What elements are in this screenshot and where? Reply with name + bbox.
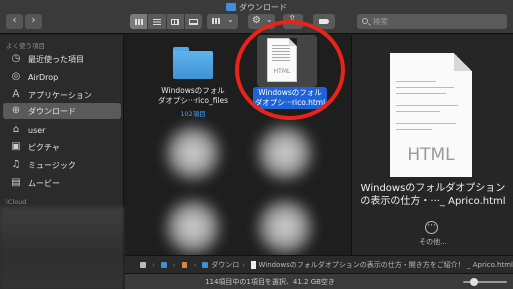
sidebar-item-label: 最近使った項目 — [28, 54, 84, 64]
preview-file-title: Windowsのフォルダオプション の表示の仕方・···_ Aprico.htm… — [360, 183, 506, 207]
sidebar-item-home[interactable]: ⌂ user — [10, 122, 46, 138]
camera-icon: ▣ — [11, 141, 21, 152]
file-area: Windowsのフォル ダオプシ···rico_files 102項目 HTML… — [125, 20, 351, 257]
window-title: ダウンロード — [0, 2, 513, 13]
blurred-file-item[interactable] — [255, 123, 315, 183]
status-text: 114項目中の1項目を選択、41.2 GB空き — [205, 278, 335, 286]
favorites-header: よく使う項目 — [6, 42, 45, 50]
chevron-down-icon: ⌄ — [227, 15, 234, 24]
more-label[interactable]: その他... — [352, 237, 513, 247]
view-mode-control — [130, 14, 202, 29]
list-icon — [152, 18, 161, 25]
columns-icon — [171, 18, 180, 25]
blurred-file-item[interactable] — [255, 197, 315, 257]
clock-icon: ◷ — [11, 53, 21, 64]
path-bar: › › › ダウンロ › Windowsのフォルダオプションの表示の仕方・開き方… — [125, 255, 513, 273]
home-icon[interactable] — [181, 261, 188, 268]
sidebar-item-label: ピクチャ — [28, 142, 60, 152]
preview-pane: HTML Windowsのフォルダオプション の表示の仕方・···_ Apric… — [351, 35, 513, 255]
path-crumb-file[interactable]: Windowsのフォルダオプションの表示の仕方・開き方をご紹介！ _ Apric… — [259, 260, 513, 270]
icon-size-slider[interactable] — [463, 278, 507, 286]
document-icon — [251, 260, 256, 269]
gear-icon: ⚙ — [252, 15, 261, 26]
path-crumb-downloads[interactable]: ダウンロ — [211, 260, 239, 270]
group-button[interactable]: ⌄ — [207, 14, 238, 29]
blurred-file-item[interactable] — [163, 123, 223, 183]
apps-icon: Ａ — [11, 89, 21, 100]
folder-icon — [226, 3, 236, 11]
sidebar-item-label: AirDrop — [28, 72, 59, 82]
sidebar-item-label: ダウンロード — [28, 106, 76, 116]
icloud-items-blurred — [0, 207, 124, 289]
folder-item-label[interactable]: Windowsのフォル ダオプシ···rico_files — [135, 86, 251, 106]
slider-knob[interactable] — [470, 278, 478, 286]
sidebar-item-music[interactable]: ♫ ミュージック — [10, 157, 76, 173]
music-icon: ♫ — [11, 159, 21, 170]
sidebar-item-label: user — [28, 125, 46, 135]
sidebar-item-pictures[interactable]: ▣ ピクチャ — [10, 139, 60, 155]
finder-window: ダウンロード ‹ › ⌄ ⚙ ⌄ ⇪ 検索 よく使う項目 ◷ 最近使った項目 ◎… — [0, 0, 513, 289]
sidebar-item-downloads[interactable]: ⊕ ダウンロード — [10, 103, 76, 119]
folder-icon[interactable] — [160, 261, 167, 268]
tag-icon — [319, 19, 329, 24]
search-icon — [362, 18, 368, 24]
list-view-button[interactable] — [148, 14, 167, 29]
sidebar-item-recents[interactable]: ◷ 最近使った項目 — [10, 51, 84, 67]
download-icon: ⊕ — [11, 105, 21, 116]
icloud-header: iCloud — [6, 198, 27, 206]
sidebar-item-label: ミュージック — [28, 160, 76, 170]
annotation-circle — [235, 20, 345, 120]
column-view-button[interactable] — [167, 14, 185, 29]
sidebar-item-label: ムービー — [28, 178, 60, 188]
group-icon — [212, 18, 220, 24]
preview-document-thumbnail: HTML — [390, 53, 472, 177]
blurred-file-item[interactable] — [163, 197, 223, 257]
sidebar-item-label: アプリケーション — [28, 90, 92, 100]
forward-button[interactable]: › — [25, 14, 42, 29]
gallery-view-button[interactable] — [185, 14, 202, 29]
film-icon: ▤ — [11, 177, 21, 188]
grid-icon — [134, 18, 143, 25]
home-icon: ⌂ — [12, 124, 20, 135]
status-bar: 114項目中の1項目を選択、41.2 GB空き — [125, 273, 513, 289]
gallery-icon — [188, 18, 198, 25]
search-placeholder: 検索 — [373, 17, 388, 26]
back-button[interactable]: ‹ — [6, 14, 23, 29]
sidebar-item-movies[interactable]: ▤ ムービー — [10, 175, 60, 191]
search-field[interactable]: 検索 — [357, 14, 507, 29]
airdrop-icon: ◎ — [11, 71, 21, 82]
disk-icon[interactable] — [140, 261, 146, 268]
folder-icon[interactable] — [173, 47, 213, 79]
sidebar: よく使う項目 ◷ 最近使った項目 ◎ AirDrop Ａ アプリケーション ⊕ … — [0, 35, 124, 289]
sidebar-item-applications[interactable]: Ａ アプリケーション — [10, 87, 92, 103]
more-icon[interactable]: ··· — [425, 221, 438, 234]
folder-item-count: 102項目 — [180, 110, 206, 118]
sidebar-item-airdrop[interactable]: ◎ AirDrop — [10, 69, 59, 85]
folder-icon[interactable] — [202, 261, 209, 268]
icon-view-button[interactable] — [130, 14, 149, 29]
